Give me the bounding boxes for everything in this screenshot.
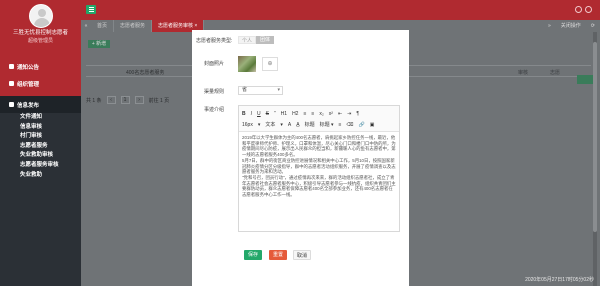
toolbar-row: 16px ▾ 文本 ▾ A A̲ 标题 标题 ▾ ≡ ⌫ 🔗 ▣ (242, 119, 396, 130)
refresh-icon[interactable]: ⟳ (586, 20, 600, 32)
profile-role[interactable]: 超级管理员 (0, 37, 81, 44)
sidebar-menu-top: 通知公告 组织管理 (0, 55, 81, 96)
rich-text-editor: B I U S “ H1 H2 ≡ ≡ x₂ x² ⇤ ⇥ ¶ 16px ▾ 文… (238, 105, 400, 232)
h2-button[interactable]: H2 (292, 111, 298, 117)
user-icon[interactable] (575, 6, 582, 13)
sidebar-subitem-volunteer-review[interactable]: 志愿者服务审核 (0, 161, 81, 171)
sidebar: 三胜无忧县控制志愿者 超级管理员 通知公告 组织管理 信息发布 文件通知 信息审… (0, 0, 81, 286)
tab-right-controls: » 关闭操作 ⟳ (543, 20, 600, 32)
heading-label: 标题 (304, 122, 315, 128)
sidebar-menu-dark: 信息发布 文件通知 信息审核 村门审核 志愿者服务 失业救助审核 志愿者服务审核… (0, 96, 81, 180)
chevron-down-icon[interactable]: ▾ (258, 122, 261, 128)
sidebar-item-notice[interactable]: 通知公告 (0, 58, 81, 75)
tab-scroll-left-button[interactable]: « (81, 20, 91, 32)
cancel-button[interactable]: 取消 (293, 250, 311, 260)
strike-button[interactable]: S (266, 111, 269, 117)
outdent-button[interactable]: ⇤ (338, 111, 342, 117)
page-button[interactable]: 1 (120, 96, 130, 104)
type-toggle: 个人 团体 (238, 36, 274, 44)
content-label: 事迹介绍 (204, 107, 225, 113)
chevron-down-icon[interactable]: ▾ (280, 122, 283, 128)
heading-select[interactable]: 标题 ▾ (320, 121, 334, 128)
bold-button[interactable]: B (242, 111, 246, 117)
h1-button[interactable]: H1 (281, 111, 287, 117)
font-size-select[interactable]: 16px (242, 122, 253, 128)
tab-volunteer[interactable]: 志愿者服务 (114, 20, 153, 32)
sidebar-item-label: 信息发布 (17, 102, 40, 109)
page-scrollbar[interactable] (593, 32, 597, 286)
editor-paragraph: 5月7日，群中的街区商业防控进展情况和相关中心工作，5月10日，按照国家新冠肺炎… (242, 157, 396, 175)
pagination-info: 共 1 条 (86, 97, 102, 104)
subscript-button[interactable]: x₂ (319, 111, 323, 117)
tab-scroll-right-button[interactable]: » (543, 20, 556, 32)
next-page-button[interactable]: › (134, 96, 144, 104)
table-cell-status: 审核 (518, 70, 529, 76)
upload-icon[interactable]: ⊕ (262, 57, 278, 71)
top-right-actions (575, 6, 592, 13)
type-option-group[interactable]: 团体 (256, 36, 274, 44)
font-family-select[interactable]: 文本 (265, 121, 275, 128)
sidebar-subitem-volunteer[interactable]: 志愿者服务 (0, 142, 81, 152)
volunteer-edit-modal: 志愿者服务类型: 个人 团体 封面照片 ⊕ 渠量规则 省 事迹介绍 B I U … (192, 30, 409, 286)
quote-button[interactable]: “ (274, 111, 276, 117)
ordered-list-button[interactable]: ≡ (303, 111, 306, 117)
editor-toolbar: B I U S “ H1 H2 ≡ ≡ x₂ x² ⇤ ⇥ ¶ 16px ▾ 文… (239, 106, 399, 132)
scroll-thumb[interactable] (593, 42, 597, 232)
sidebar-subitem-village-review[interactable]: 村门审核 (0, 132, 81, 142)
close-ops-dropdown[interactable]: 关闭操作 (556, 20, 586, 32)
sidebar-item-label: 组织管理 (17, 81, 40, 88)
editor-paragraph: 2019年以大学生群体为主的400名志愿者，肩挑起家乡防控任务一线，最近，他和平… (242, 135, 396, 158)
sidebar-item-label: 通知公告 (17, 64, 40, 71)
indent-button[interactable]: ⇥ (347, 111, 351, 117)
reset-button[interactable]: 重置 (269, 250, 287, 260)
tab-home[interactable]: 首页 (91, 20, 115, 32)
type-label: 志愿者服务类型: (196, 38, 233, 44)
sidebar-subitem-relief-review[interactable]: 失业救助审核 (0, 151, 81, 161)
prev-page-button[interactable]: ‹ (106, 96, 116, 104)
save-button[interactable]: 保存 (244, 250, 262, 260)
sidebar-subitem-file[interactable]: 文件通知 (0, 113, 81, 123)
editor-content[interactable]: 2019年以大学生群体为主的400名志愿者，肩挑起家乡防控任务一线，最近，他和平… (239, 132, 399, 201)
cover-image[interactable] (238, 56, 256, 72)
dept-label: 渠量规则 (204, 89, 225, 95)
dept-select[interactable]: 省 (238, 86, 283, 95)
profile-name: 三胜无忧县控制志愿者 (12, 30, 68, 36)
org-icon (9, 81, 14, 86)
underline-button[interactable]: U (257, 111, 261, 117)
footer-timestamp: 2020年05月27日17时05分02秒 (525, 277, 594, 283)
profile-panel: 三胜无忧县控制志愿者 超级管理员 (0, 0, 81, 55)
sidebar-subitem-info-review[interactable]: 信息审核 (0, 123, 81, 133)
cover-label: 封面照片 (204, 61, 225, 67)
italic-button[interactable]: I (251, 111, 252, 117)
font-color-button[interactable]: A (288, 122, 291, 128)
direction-button[interactable]: ¶ (356, 111, 359, 117)
image-icon[interactable]: ▣ (370, 122, 375, 128)
pagination: 共 1 条 ‹ 1 › 前往 1 页 (86, 96, 169, 104)
bell-icon (9, 64, 14, 69)
menu-toggle-button[interactable] (86, 5, 96, 14)
clear-format-button[interactable]: ⌫ (346, 122, 353, 128)
document-icon (9, 102, 14, 107)
type-option-personal[interactable]: 个人 (238, 36, 256, 44)
table-cell-type: 志愿 (550, 70, 561, 76)
editor-paragraph: "党和号召，团员行动"，通过疫情再次来来，群的活动组织志愿者社，成立了青年志愿者… (242, 174, 396, 198)
avatar[interactable] (28, 4, 53, 28)
toolbar-row: B I U S “ H1 H2 ≡ ≡ x₂ x² ⇤ ⇥ ¶ (242, 108, 396, 119)
sidebar-subitem-relief[interactable]: 失业救助 (0, 171, 81, 181)
power-icon[interactable] (585, 6, 592, 13)
goto-page[interactable]: 前往 1 页 (149, 97, 170, 104)
topbar (81, 0, 600, 20)
sidebar-item-org[interactable]: 组织管理 (0, 75, 81, 92)
add-button[interactable]: + 新增 (88, 40, 110, 48)
link-icon[interactable]: 🔗 (359, 122, 365, 128)
table-cell: 400名志愿者服务 (126, 70, 165, 76)
superscript-button[interactable]: x² (329, 111, 333, 117)
sidebar-item-info[interactable]: 信息发布 (0, 96, 81, 113)
align-button[interactable]: ≡ (339, 122, 342, 128)
bg-color-button[interactable]: A̲ (296, 122, 299, 128)
bullet-list-button[interactable]: ≡ (311, 111, 314, 117)
